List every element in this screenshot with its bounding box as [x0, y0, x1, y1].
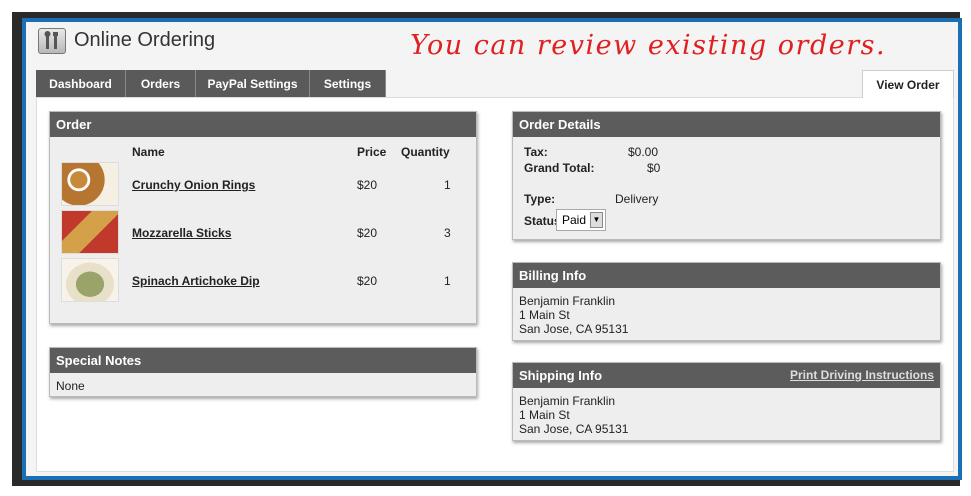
tax-value: $0.00	[628, 145, 659, 159]
print-driving-instructions-link[interactable]: Print Driving Instructions	[790, 363, 934, 388]
shipping-street: 1 Main St	[519, 408, 570, 422]
item-link[interactable]: Crunchy Onion Rings	[132, 178, 255, 192]
item-quantity: 3	[444, 226, 451, 240]
tab-view-order[interactable]: View Order	[862, 70, 954, 98]
tab-orders[interactable]: Orders	[126, 70, 196, 97]
billing-info-title: Billing Info	[513, 263, 940, 288]
shipping-info-header: Shipping Info Print Driving Instructions	[513, 363, 940, 388]
special-notes-title: Special Notes	[50, 348, 476, 373]
tax-label: Tax:	[524, 145, 548, 159]
order-panel-title: Order	[50, 112, 476, 137]
order-panel: Order Name Price Quantity Crunchy Onion …	[49, 111, 477, 324]
billing-name: Benjamin Franklin	[519, 294, 616, 308]
item-price: $20	[357, 274, 378, 288]
tab-settings[interactable]: Settings	[310, 70, 386, 97]
item-price: $20	[357, 226, 378, 240]
tab-paypal-settings[interactable]: PayPal Settings	[196, 70, 310, 97]
grand-total-label: Grand Total:	[524, 161, 595, 175]
shipping-name: Benjamin Franklin	[519, 394, 616, 408]
spinach-dip-image	[61, 258, 119, 302]
tools-icon	[38, 28, 66, 54]
billing-city: San Jose, CA 95131	[519, 322, 629, 336]
status-select[interactable]: Paid ▼	[556, 209, 606, 231]
mozzarella-sticks-image	[61, 210, 119, 254]
onion-rings-image	[61, 162, 119, 206]
order-details-title: Order Details	[513, 112, 940, 137]
shipping-info-title: Shipping Info	[519, 368, 603, 383]
item-price: $20	[357, 178, 378, 192]
type-label: Type:	[524, 192, 556, 206]
chevron-down-icon[interactable]: ▼	[590, 212, 603, 228]
billing-info-panel: Billing Info Benjamin Franklin 1 Main St…	[512, 262, 941, 341]
status-value: Paid	[562, 213, 587, 227]
special-notes-text: None	[56, 379, 85, 393]
col-quantity-header: Quantity	[401, 145, 450, 159]
special-notes-panel: Special Notes None	[49, 347, 477, 397]
annotation-text: You can review existing orders.	[410, 30, 887, 61]
item-quantity: 1	[444, 274, 451, 288]
grand-total-value: $0	[647, 161, 661, 175]
item-link[interactable]: Mozzarella Sticks	[132, 226, 231, 240]
item-quantity: 1	[444, 178, 451, 192]
col-name-header: Name	[132, 145, 165, 159]
billing-street: 1 Main St	[519, 308, 570, 322]
app-title: Online Ordering	[74, 29, 216, 51]
shipping-city: San Jose, CA 95131	[519, 422, 629, 436]
item-link[interactable]: Spinach Artichoke Dip	[132, 274, 260, 288]
tab-dashboard[interactable]: Dashboard	[36, 70, 126, 97]
type-value: Delivery	[615, 192, 659, 206]
shipping-info-panel: Shipping Info Print Driving Instructions…	[512, 362, 941, 441]
col-price-header: Price	[357, 145, 387, 159]
